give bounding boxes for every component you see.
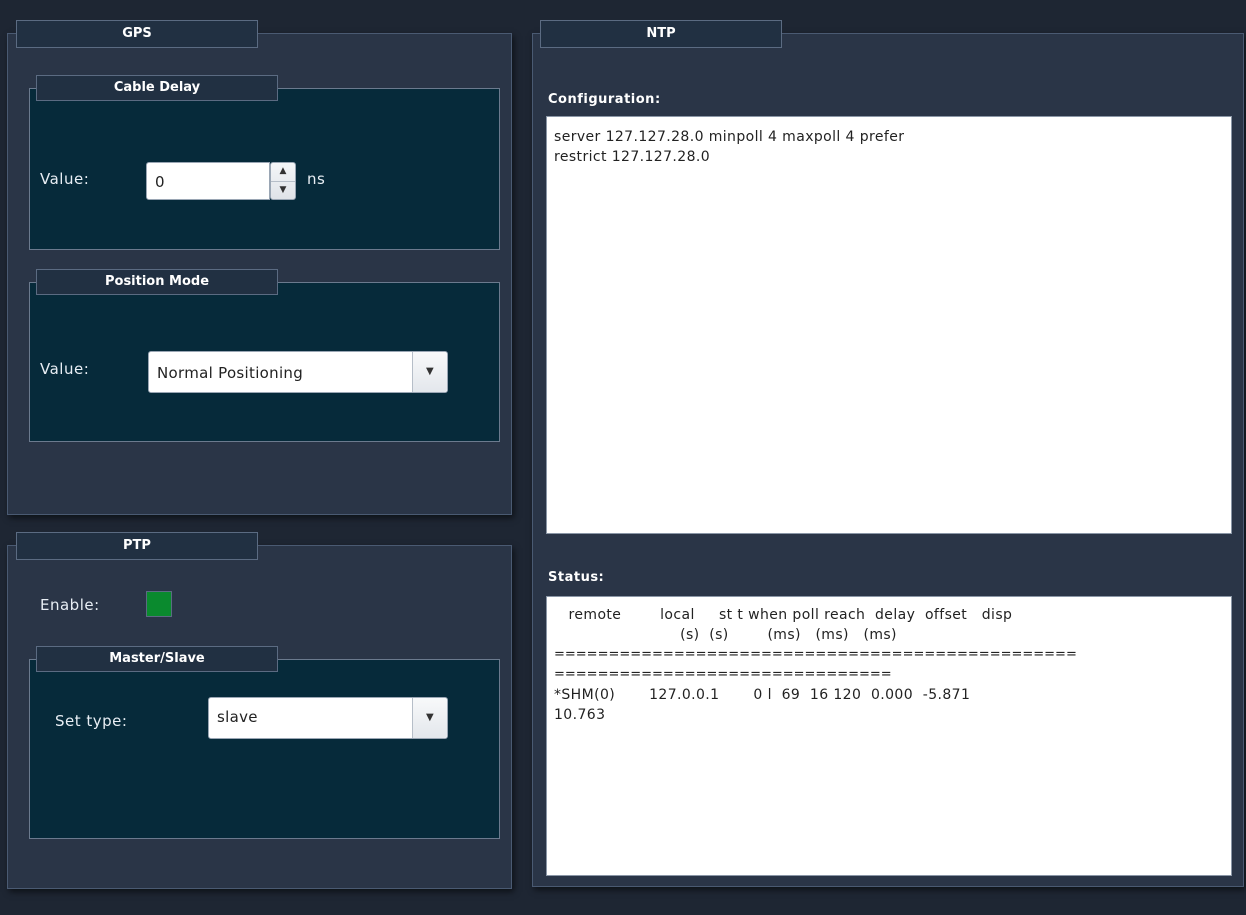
master-slave-group	[29, 659, 500, 839]
set-type-select[interactable]: slave ▼	[208, 697, 448, 739]
position-mode-select[interactable]: Normal Positioning ▼	[148, 351, 448, 393]
position-mode-value-label: Value:	[40, 360, 90, 378]
config-line: server 127.127.28.0 minpoll 4 maxpoll 4 …	[554, 129, 905, 145]
ptp-panel-title: PTP	[16, 532, 258, 560]
cable-delay-value-label: Value:	[40, 170, 90, 188]
status-header-line: remote local st t when poll reach delay …	[554, 607, 1013, 623]
gps-panel-title: GPS	[16, 20, 258, 48]
set-type-label: Set type:	[55, 712, 128, 730]
stepper-down-icon[interactable]: ▼	[271, 181, 295, 199]
config-line: restrict 127.127.28.0	[554, 149, 711, 165]
stepper-up-icon[interactable]: ▲	[271, 163, 295, 181]
ntp-configuration-label: Configuration:	[548, 92, 661, 107]
ntp-configuration-textarea[interactable]: server 127.127.28.0 minpoll 4 maxpoll 4 …	[546, 116, 1232, 534]
ntp-status-label: Status:	[548, 570, 605, 585]
dropdown-arrow-icon[interactable]: ▼	[412, 698, 447, 738]
dropdown-arrow-icon[interactable]: ▼	[412, 352, 447, 392]
status-peer-line-cont: 10.763	[554, 707, 606, 723]
status-peer-line: *SHM(0) 127.0.0.1 0 l 69 16 120 0.000 -5…	[554, 687, 971, 703]
ptp-enable-checkbox[interactable]	[146, 591, 172, 617]
status-units-line: (s) (s) (ms) (ms) (ms)	[554, 627, 897, 643]
cable-delay-stepper[interactable]: ▲ ▼	[270, 162, 296, 200]
position-mode-selected: Normal Positioning	[157, 364, 304, 382]
cable-delay-unit: ns	[307, 170, 326, 188]
cable-delay-title: Cable Delay	[36, 75, 278, 101]
status-separator-line: ========================================…	[554, 647, 1077, 662]
master-slave-title: Master/Slave	[36, 646, 278, 672]
ntp-status-textarea[interactable]: remote local st t when poll reach delay …	[546, 596, 1232, 876]
set-type-selected: slave	[217, 708, 258, 726]
ptp-enable-label: Enable:	[40, 596, 100, 614]
status-separator-line: ===============================	[554, 667, 892, 682]
ntp-panel-title: NTP	[540, 20, 782, 48]
position-mode-title: Position Mode	[36, 269, 278, 295]
cable-delay-input[interactable]: 0	[146, 162, 270, 200]
